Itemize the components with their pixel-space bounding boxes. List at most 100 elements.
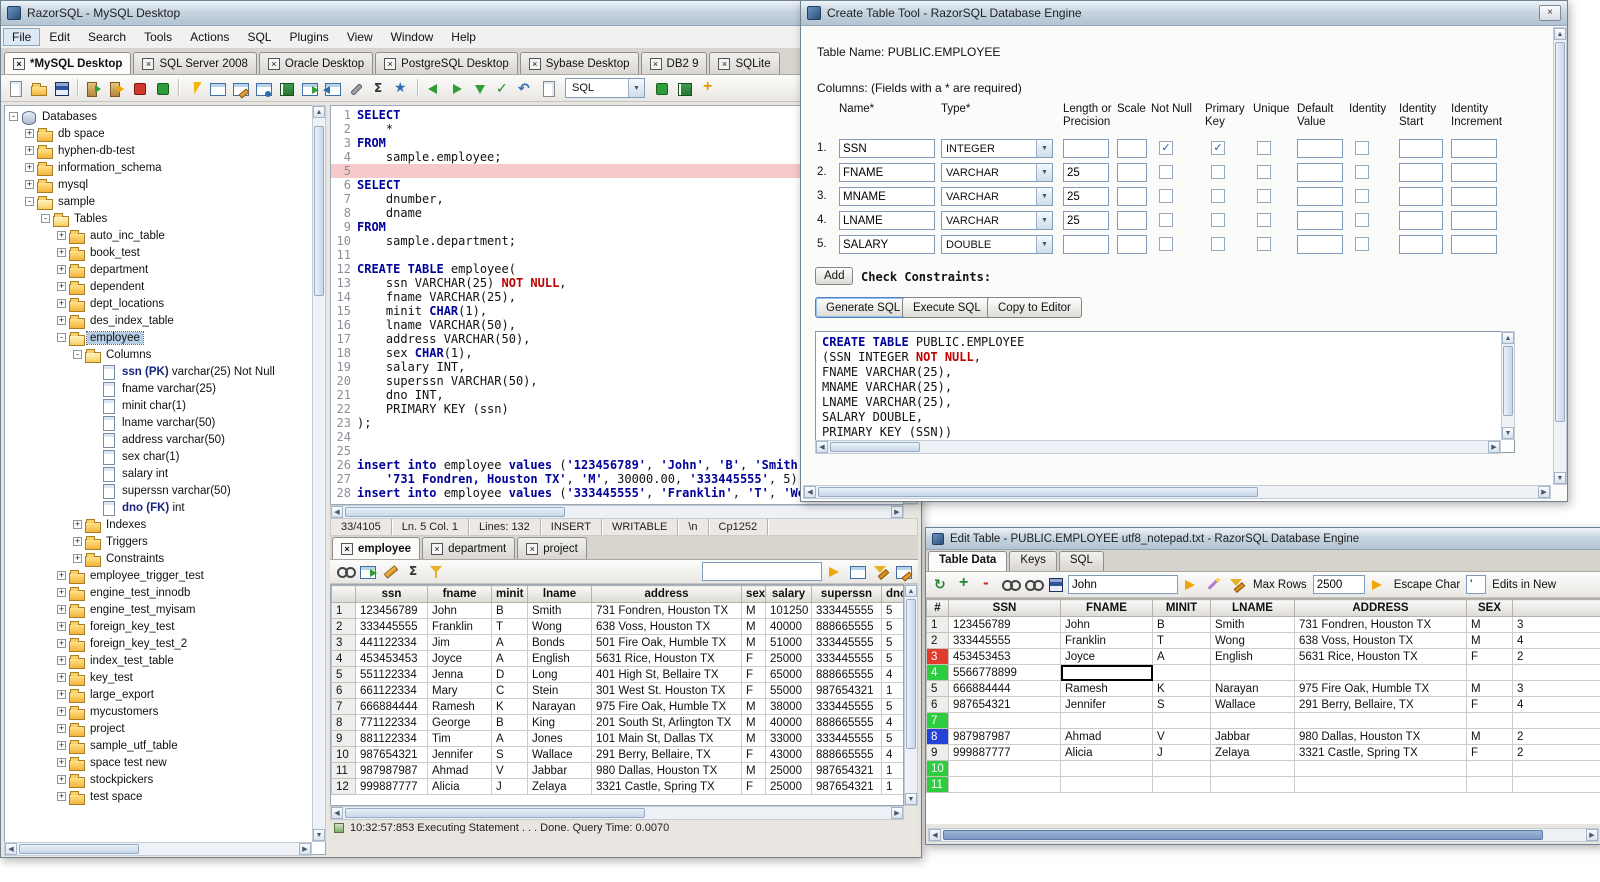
expand-icon[interactable]: + xyxy=(57,622,66,631)
tree-item-minit-char-1[interactable]: minit char(1) xyxy=(7,397,310,414)
column-type-select[interactable]: VARCHAR ▼ xyxy=(941,187,1053,206)
expand-icon[interactable]: + xyxy=(25,146,34,155)
insert-row-icon[interactable] xyxy=(953,574,974,595)
identity-increment-input[interactable] xyxy=(1451,211,1497,230)
new-editor-tab-icon[interactable] xyxy=(538,78,559,99)
table-contents-icon[interactable] xyxy=(207,78,228,99)
column-type-select[interactable]: INTEGER ▼ xyxy=(941,139,1053,158)
tab-close-icon[interactable]: × xyxy=(267,57,280,70)
column-name-input[interactable] xyxy=(839,235,935,254)
expand-icon[interactable]: + xyxy=(57,248,66,257)
edit-results-icon[interactable] xyxy=(380,561,401,582)
scroll-arrow-icon[interactable]: ▶ xyxy=(1586,829,1598,841)
find-next-icon[interactable] xyxy=(1022,574,1044,595)
collapse-icon[interactable]: - xyxy=(73,350,82,359)
identity-start-input[interactable] xyxy=(1399,139,1443,158)
edit-row[interactable]: 9 999887777 Alicia J Zelaya 3321 Castle, Spri… xyxy=(926,744,1600,761)
col-dno[interactable]: dno xyxy=(881,585,903,603)
primary-key-checkbox[interactable] xyxy=(1211,237,1225,251)
scrollbar-thumb[interactable] xyxy=(943,830,1543,840)
new-connection-icon[interactable] xyxy=(106,78,127,99)
connection-tab-mysql-desktop[interactable]: × *MySQL Desktop xyxy=(4,52,132,74)
identity-checkbox[interactable] xyxy=(1355,189,1369,203)
cell[interactable] xyxy=(948,712,1061,729)
cell[interactable]: 333445555 xyxy=(948,632,1061,649)
scrollbar-thumb[interactable] xyxy=(906,599,916,749)
result-row[interactable]: 6 661122334 Mary C Stein 301 West St. Houston… xyxy=(331,682,903,699)
cell[interactable] xyxy=(1466,664,1513,681)
column-type-select[interactable]: DOUBLE ▼ xyxy=(941,235,1053,254)
tree-item-superssn-varchar-50[interactable]: superssn varchar(50) xyxy=(7,482,310,499)
open-file-icon[interactable] xyxy=(28,78,49,99)
add-favorite-icon[interactable] xyxy=(697,78,718,99)
tab-keys[interactable]: Keys xyxy=(1009,551,1057,571)
import-data-icon[interactable] xyxy=(322,78,343,99)
max-rows-input[interactable] xyxy=(1312,575,1365,594)
tree-item-foreign-key-test-2[interactable]: + foreign_key_test_2 xyxy=(7,635,310,652)
cell[interactable]: F xyxy=(1466,744,1513,761)
primary-key-checkbox[interactable]: ✓ xyxy=(1211,141,1225,155)
edit-table-icon[interactable] xyxy=(230,78,251,99)
cell[interactable]: B xyxy=(1152,616,1211,633)
expand-icon[interactable]: + xyxy=(57,265,66,274)
tab-close-icon[interactable]: × xyxy=(526,542,539,555)
cell[interactable]: 975 Fire Oak, Humble TX xyxy=(1294,680,1467,697)
tab-close-icon[interactable]: × xyxy=(341,542,353,555)
tree-item-mycustomers[interactable]: + mycustomers xyxy=(7,703,310,720)
col-address[interactable]: ADDRESS xyxy=(1294,599,1467,617)
cell[interactable]: 291 Berry, Bellaire, TX xyxy=(1294,696,1467,713)
result-tab-project[interactable]: × project xyxy=(517,537,587,559)
tab-close-icon[interactable]: × xyxy=(718,57,731,70)
tab-close-icon[interactable]: × xyxy=(649,57,662,70)
not-null-checkbox[interactable] xyxy=(1159,237,1173,251)
scroll-arrow-icon[interactable]: ▶ xyxy=(1538,486,1550,498)
highlight-matches-icon[interactable] xyxy=(1203,574,1224,595)
find-icon[interactable] xyxy=(999,574,1021,595)
filter-edit-icon[interactable] xyxy=(870,561,891,582)
expand-icon[interactable]: + xyxy=(57,282,66,291)
col-rownum[interactable] xyxy=(331,585,356,603)
tree-item-space-test-new[interactable]: + space test new xyxy=(7,754,310,771)
cell[interactable] xyxy=(1060,776,1153,793)
scale-input[interactable] xyxy=(1117,187,1147,206)
cell[interactable]: Jabbar xyxy=(1210,728,1295,745)
tree-item-employee-trigger-test[interactable]: + employee_trigger_test xyxy=(7,567,310,584)
result-row[interactable]: 7 666884444 Ramesh K Narayan 975 Fire Oak, Hu… xyxy=(331,698,903,715)
menu-view[interactable]: View xyxy=(338,28,382,46)
cell[interactable] xyxy=(1294,664,1467,681)
default-value-input[interactable] xyxy=(1297,235,1343,254)
cell[interactable]: John xyxy=(1060,616,1153,633)
tree-item-indexes[interactable]: + Indexes xyxy=(7,516,310,533)
cell[interactable] xyxy=(1210,776,1295,793)
cell[interactable]: 987987987 xyxy=(948,728,1061,745)
scroll-arrow-icon[interactable]: ▲ xyxy=(1554,28,1566,40)
scroll-arrow-icon[interactable]: ▶ xyxy=(891,506,903,518)
result-row[interactable]: 5 551122334 Jenna D Long 401 High St, Bellair… xyxy=(331,666,903,683)
forward-icon[interactable] xyxy=(446,78,467,99)
cell[interactable]: Ahmad xyxy=(1060,728,1153,745)
sql-mode-dropdown[interactable]: SQL ▼ xyxy=(565,78,645,98)
copy-grid-icon[interactable] xyxy=(893,561,914,582)
expand-icon[interactable]: + xyxy=(57,588,66,597)
scroll-arrow-icon[interactable]: ▲ xyxy=(905,585,917,597)
scroll-arrow-icon[interactable]: ◀ xyxy=(331,506,343,518)
result-row[interactable]: 8 771122334 George B King 201 South St, Arlin… xyxy=(331,714,903,731)
cell[interactable]: F xyxy=(1466,648,1513,665)
col-[interactable]: # xyxy=(926,599,949,617)
scale-input[interactable] xyxy=(1117,235,1147,254)
expand-icon[interactable]: + xyxy=(73,537,82,546)
cell[interactable] xyxy=(1210,760,1295,777)
scrollbar-thumb[interactable] xyxy=(314,126,324,296)
expand-icon[interactable]: + xyxy=(57,299,66,308)
scroll-arrow-icon[interactable]: ▼ xyxy=(1502,427,1514,439)
tree-item-address-varchar-50[interactable]: address varchar(50) xyxy=(7,431,310,448)
cell[interactable] xyxy=(1294,760,1467,777)
edit-row[interactable]: 10 xyxy=(926,760,1600,777)
cell[interactable]: 5566778899 xyxy=(948,664,1061,681)
tree-item-databases[interactable]: - Databases xyxy=(7,108,310,125)
edit-row[interactable]: 4 5566778899 xyxy=(926,664,1600,681)
cell[interactable] xyxy=(1294,776,1467,793)
scale-input[interactable] xyxy=(1117,163,1147,182)
result-row[interactable]: 2 333445555 Franklin T Wong 638 Voss, Houston… xyxy=(331,618,903,635)
expand-icon[interactable]: + xyxy=(57,690,66,699)
